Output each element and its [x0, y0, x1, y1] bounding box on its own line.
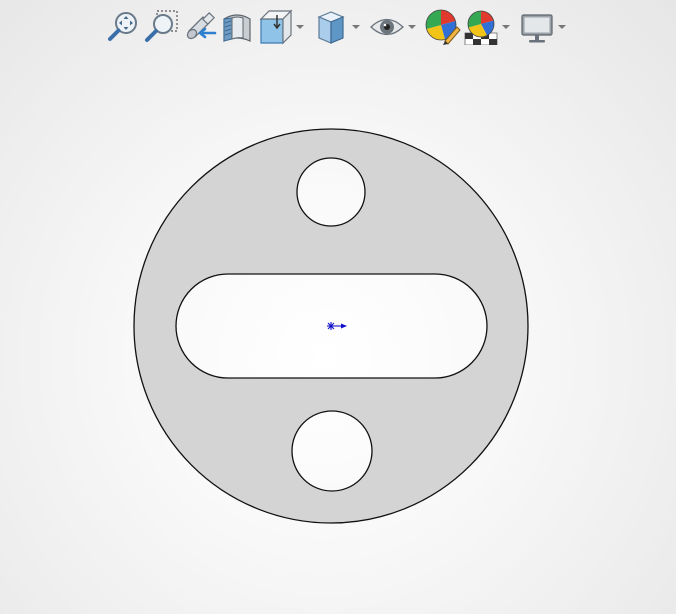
- bottom-hole-edge[interactable]: [291, 410, 373, 492]
- graphics-viewport[interactable]: [0, 0, 676, 614]
- edit-appearance-button[interactable]: [424, 8, 462, 46]
- view-settings-dropdown[interactable]: [556, 8, 568, 46]
- previous-view-icon: [186, 11, 217, 40]
- chevron-down-icon: [296, 25, 304, 29]
- heads-up-view-toolbar: [104, 8, 574, 46]
- chevron-down-icon: [352, 25, 360, 29]
- apply-scene-button[interactable]: [462, 8, 500, 46]
- zoom-to-area-icon: [145, 10, 178, 42]
- part-view[interactable]: [0, 0, 676, 614]
- view-orientation-icon: [259, 9, 293, 45]
- chevron-down-icon: [558, 25, 566, 29]
- section-view-icon: [223, 14, 251, 42]
- hide-show-items-dropdown[interactable]: [406, 8, 418, 46]
- display-style-button[interactable]: [312, 8, 350, 46]
- monitor-icon: [521, 14, 553, 43]
- zoom-to-fit-icon: [108, 12, 137, 41]
- top-hole-edge[interactable]: [296, 157, 366, 227]
- eye-icon: [370, 18, 404, 36]
- view-settings-button[interactable]: [518, 8, 556, 46]
- display-style-icon: [317, 11, 345, 44]
- scene-icon: [464, 10, 498, 45]
- chevron-down-icon: [502, 25, 510, 29]
- display-style-dropdown[interactable]: [350, 8, 362, 46]
- zoom-to-fit-button[interactable]: [104, 8, 142, 46]
- view-orientation-button[interactable]: [256, 8, 294, 46]
- hide-show-items-button[interactable]: [368, 8, 406, 46]
- previous-view-button[interactable]: [180, 8, 218, 46]
- view-orientation-dropdown[interactable]: [294, 8, 306, 46]
- chevron-down-icon: [408, 25, 416, 29]
- apply-scene-dropdown[interactable]: [500, 8, 512, 46]
- section-view-button[interactable]: [218, 8, 256, 46]
- zoom-to-area-button[interactable]: [142, 8, 180, 46]
- origin-icon: [327, 322, 347, 330]
- appearance-icon: [425, 9, 461, 45]
